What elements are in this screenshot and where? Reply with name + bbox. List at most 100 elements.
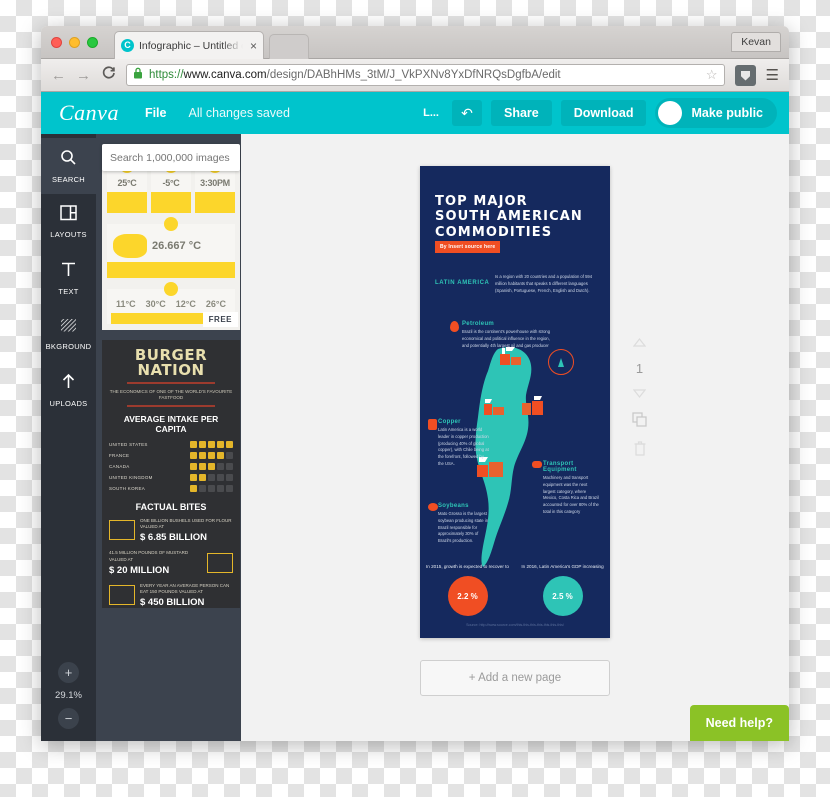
back-icon[interactable]: ← [51, 67, 66, 84]
sidebar-item-uploads[interactable]: UPLOADS [41, 362, 96, 418]
canvas-area: TOP MAJOR SOUTH AMERICAN COMMODITIES By … [241, 134, 789, 741]
canva-favicon-icon: C [121, 39, 134, 52]
droplet-icon [164, 217, 178, 231]
duplicate-page-icon[interactable] [632, 412, 647, 432]
country-label: UNITED KINGDOM [109, 474, 153, 480]
browser-tab-strip: C Infographic – Untitled desi × Kevan [41, 26, 789, 59]
section-heading: Petroleum [462, 321, 495, 327]
layouts-icon [60, 205, 77, 226]
sidebar-label-uploads: UPLOADS [49, 398, 88, 408]
design-title-line3: COMMODITIES [435, 224, 553, 240]
thumbnail-list: 25°C -5°C 3:30PM 26.667 °C 11°C 30°C 12°… [102, 159, 240, 618]
topbar-actions: L... ↶ Share Download Make public [419, 98, 777, 128]
sidebar-item-background[interactable]: BKGROUND [41, 306, 96, 362]
uploads-icon [60, 373, 77, 395]
fact-text: EVERY YEAR AN AVERAGE PERSON CAN EAT 150… [140, 583, 233, 609]
stat-value: 2.5 % [542, 576, 583, 617]
make-public-button[interactable]: Make public [655, 98, 777, 128]
city-temp: 30°C [145, 299, 166, 309]
file-menu[interactable]: File [145, 106, 167, 120]
zoom-out-button[interactable]: − [58, 708, 79, 729]
make-public-toggle-knob [658, 101, 683, 125]
search-box[interactable] [102, 144, 240, 171]
thumbnail-weather-infographic[interactable]: 25°C -5°C 3:30PM 26.667 °C 11°C 30°C 12°… [102, 159, 240, 330]
make-public-label: Make public [691, 106, 763, 120]
weather-highlight-bar [107, 262, 235, 278]
section-copper: Copper Latin America is a world leader i… [438, 419, 490, 468]
stat-caption: In 2015, growth is expected to recover t… [426, 564, 509, 569]
car-icon [532, 461, 542, 468]
section-body: Machinery and transport equipment was th… [543, 475, 599, 514]
canva-logo[interactable]: Canva [59, 100, 119, 126]
browser-menu-icon[interactable]: ☰ [766, 66, 779, 84]
basket-icon [109, 520, 135, 541]
delete-page-icon[interactable] [634, 441, 646, 461]
section-body: Brazil is the continent's powerhouse wit… [462, 329, 551, 348]
maximize-window-button[interactable] [87, 37, 98, 48]
country-label: SOUTH KOREA [109, 485, 146, 491]
undo-button[interactable]: ↶ [451, 100, 482, 126]
extension-shield-icon[interactable] [734, 64, 756, 86]
zoom-in-button[interactable]: + [58, 662, 79, 683]
minimize-window-button[interactable] [69, 37, 80, 48]
section-transport: Transport Equipment Machinery and transp… [543, 461, 599, 516]
latin-america-heading: LATIN AMERICA [435, 280, 490, 286]
design-canvas[interactable]: TOP MAJOR SOUTH AMERICAN COMMODITIES By … [420, 166, 610, 638]
city-temp: 26°C [205, 299, 226, 309]
burger-subtitle: THE ECONOMICS OF ONE OF THE WORLD'S FAVO… [109, 388, 233, 401]
forward-icon[interactable]: → [76, 67, 91, 84]
compass-icon [548, 349, 574, 375]
url-host: www.canva.com [183, 69, 267, 81]
city-temp: 11°C [116, 299, 136, 309]
list-item: SOUTH KOREA [109, 484, 233, 492]
weather-avg-panel: 26.667 °C [107, 217, 235, 262]
sidebar-item-text[interactable]: TEXT [41, 250, 96, 306]
bookmark-star-icon[interactable]: ☆ [706, 67, 718, 83]
address-bar-url: https://www.canva.com/design/DABhHMs_3tM… [149, 69, 561, 81]
browser-profile-chip[interactable]: Kevan [731, 32, 781, 52]
burger-count-icons [190, 440, 233, 448]
move-page-up-icon[interactable] [632, 334, 647, 352]
stat-growth: In 2015, growth is expected to recover t… [420, 563, 515, 617]
burger-count-icons [190, 451, 233, 459]
weather-temp: 25°C [117, 178, 137, 188]
section-heading: Copper [438, 419, 461, 425]
factory-illustration [484, 399, 504, 415]
mustard-bottle-icon [207, 552, 233, 573]
share-button[interactable]: Share [490, 100, 552, 126]
section-body: Latin America is a world leader in coppe… [438, 427, 489, 466]
fact-value: $ 6.85 BILLION [140, 532, 208, 544]
canva-topbar: Canva File All changes saved L... ↶ Shar… [41, 92, 789, 134]
sidebar-item-search[interactable]: SEARCH [41, 138, 96, 194]
pin-icon [164, 282, 178, 296]
download-button[interactable]: Download [560, 100, 647, 126]
section-soybeans: Soybeans Mato Grosso is the largest soyb… [438, 503, 490, 545]
reload-icon[interactable] [101, 66, 116, 84]
close-window-button[interactable] [51, 37, 62, 48]
address-bar[interactable]: https://www.canva.com/design/DABhHMs_3tM… [126, 64, 725, 86]
search-input[interactable] [110, 151, 232, 164]
layout-button[interactable]: L... [419, 107, 443, 119]
zoom-level-value: 29.1% [55, 690, 82, 701]
thumbnail-burger-infographic[interactable]: BURGER NATION THE ECONOMICS OF ONE OF TH… [102, 340, 240, 609]
design-source-badge[interactable]: By Insert source here [435, 241, 501, 253]
section-body: Mato Grosso is the largest soybean produ… [438, 511, 489, 544]
tab-close-icon[interactable]: × [250, 39, 257, 53]
fact-value: $ 450 BILLION [140, 597, 205, 609]
sidebar-item-layouts[interactable]: LAYOUTS [41, 194, 96, 250]
weather-note-bar [151, 192, 191, 213]
weather-note-bar [107, 192, 147, 213]
browser-tab-active[interactable]: C Infographic – Untitled desi × [114, 31, 264, 59]
add-new-page-button[interactable]: + Add a new page [420, 660, 610, 696]
url-scheme: https:// [149, 69, 184, 81]
fact-value: $ 20 MILLION [109, 564, 170, 576]
move-page-down-icon[interactable] [632, 385, 647, 403]
stat-caption: In 2016, Latin America's GDP increasing [521, 564, 604, 569]
window-traffic-lights [51, 37, 98, 48]
new-tab-button[interactable] [269, 34, 309, 59]
sidebar-label-background: BKGROUND [45, 341, 92, 351]
list-item: FRANCE [109, 451, 233, 459]
copper-icon [428, 419, 437, 430]
country-shape [113, 234, 147, 258]
need-help-button[interactable]: Need help? [689, 705, 789, 741]
